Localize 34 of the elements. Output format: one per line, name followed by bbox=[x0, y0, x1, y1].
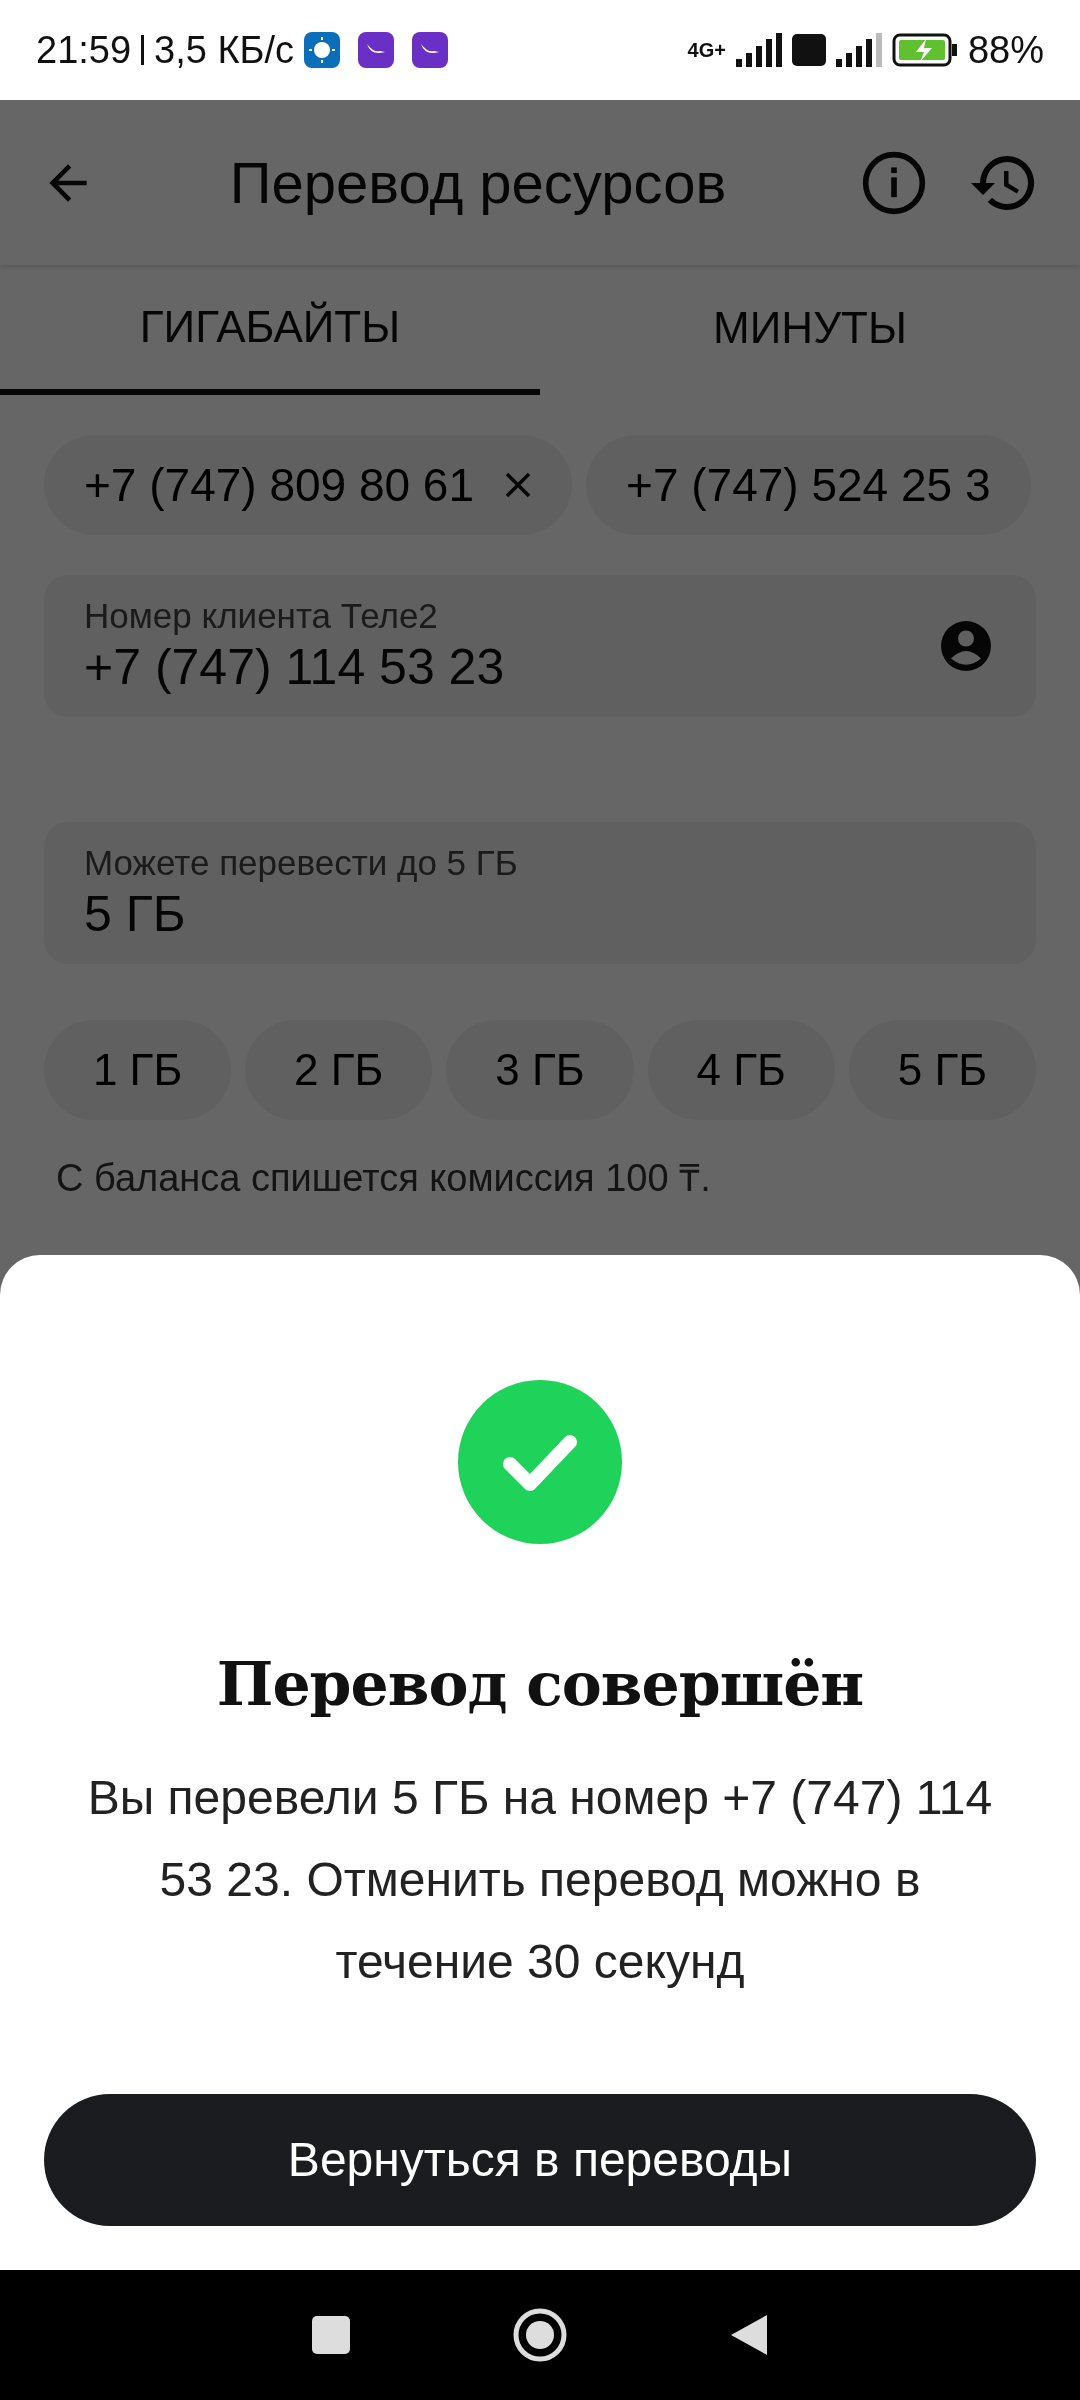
success-check-icon bbox=[458, 1380, 622, 1544]
close-icon[interactable] bbox=[504, 471, 533, 499]
divider-icon bbox=[141, 35, 145, 65]
amount-field[interactable]: Можете перевести до 5 ГБ 5 ГБ bbox=[44, 822, 1036, 964]
phone-field[interactable]: Номер клиента Теле2 +7 (747) 114 53 23 bbox=[44, 575, 1036, 717]
network-type: 4G+ bbox=[687, 38, 726, 63]
dialog-message: Вы перевели 5 ГБ на номер +7 (747) 114 53 23. Отменить перевод можно в течение 30 секунд bbox=[86, 1770, 994, 1990]
tab[interactable]: МИНУТЫ bbox=[540, 265, 1080, 395]
amount-chip[interactable]: 5 ГБ bbox=[848, 1020, 1036, 1120]
return-button[interactable]: Вернуться в переводы bbox=[44, 2094, 1036, 2226]
amount-chip[interactable]: 4 ГБ bbox=[647, 1020, 835, 1120]
field-label: Можете перевести до 5 ГБ bbox=[84, 842, 519, 884]
status-time: 21:59 bbox=[36, 27, 132, 73]
signal-icon bbox=[835, 33, 882, 67]
field-label: Номер клиента Теле2 bbox=[84, 595, 439, 637]
recents-icon[interactable] bbox=[310, 2315, 351, 2355]
dialog-title: Перевод совершён bbox=[216, 1648, 864, 1721]
number-chip[interactable]: +7 (747) 809 80 61 bbox=[44, 435, 573, 535]
amount-chip[interactable]: 1 ГБ bbox=[44, 1020, 232, 1120]
battery-icon bbox=[891, 33, 958, 67]
page-title: Перевод ресурсов bbox=[228, 149, 728, 217]
number-chip[interactable]: +7 (747) 524 25 3 bbox=[586, 435, 1031, 535]
home-icon[interactable] bbox=[512, 2307, 568, 2363]
sun-icon bbox=[304, 32, 341, 68]
amount-chip[interactable]: 2 ГБ bbox=[245, 1020, 433, 1120]
field-value: 5 ГБ bbox=[84, 885, 187, 944]
battery-level: 88% bbox=[967, 27, 1044, 73]
network-speed: 3,5 КБ/с bbox=[154, 27, 295, 73]
field-value: +7 (747) 114 53 23 bbox=[84, 638, 506, 697]
amount-chip[interactable]: 3 ГБ bbox=[446, 1020, 634, 1120]
tab[interactable]: ГИГАБАЙТЫ bbox=[0, 265, 540, 395]
back-icon[interactable] bbox=[729, 2313, 770, 2357]
signal-icon bbox=[735, 33, 782, 67]
commission-note: С баланса спишется комиссия 100 ₸. bbox=[55, 1156, 712, 1201]
